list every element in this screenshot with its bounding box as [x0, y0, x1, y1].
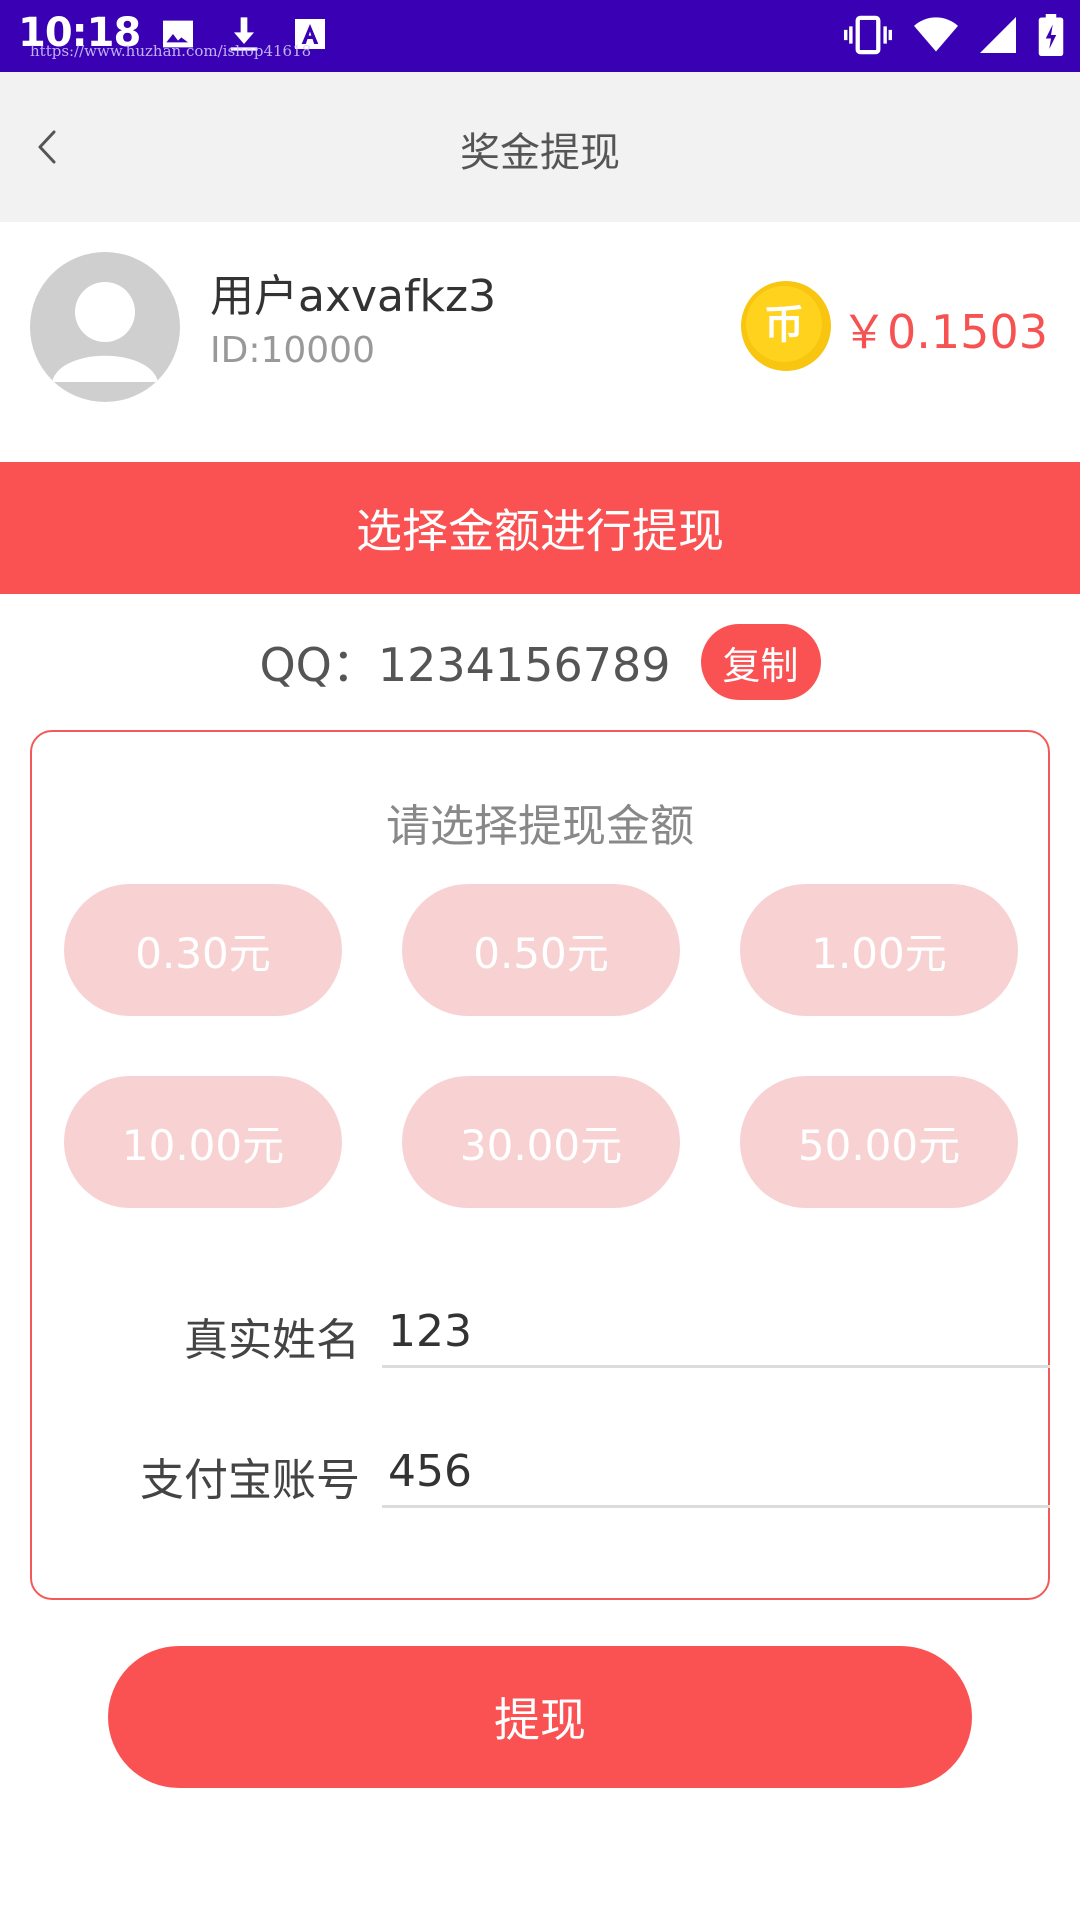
status-icons-right: [844, 14, 1064, 56]
copy-button[interactable]: 复制: [700, 624, 821, 700]
alipay-account-input[interactable]: [382, 1438, 1050, 1508]
alipay-account-label: 支付宝账号: [140, 1455, 360, 1506]
user-info-row: 用户axvafkz3 ID:10000 币 ￥0.1503: [0, 222, 1080, 462]
real-name-input[interactable]: [382, 1298, 1050, 1368]
coin-symbol: 币: [764, 302, 804, 348]
coin-icon: 币: [741, 281, 831, 371]
withdraw-form-card: 请选择提现金额 0.30元 0.50元 1.00元 10.00元 30.00元 …: [30, 730, 1050, 1600]
qq-number: QQ：1234156789: [259, 638, 671, 692]
signal-icon: [980, 17, 1016, 53]
battery-icon: [1038, 14, 1064, 56]
vibrate-icon: [844, 15, 892, 55]
watermark-text: https://www.huzhan.com/ishop41618: [30, 42, 312, 60]
amount-option-10-00[interactable]: 10.00元: [64, 1076, 342, 1208]
balance-amount: ￥0.1503: [841, 305, 1048, 359]
select-amount-banner: 选择金额进行提现: [0, 462, 1080, 594]
amount-option-1-00[interactable]: 1.00元: [740, 884, 1018, 1016]
user-id: ID:10000: [210, 330, 375, 371]
top-nav-bar: 奖金提现: [0, 72, 1080, 222]
user-name: 用户axvafkz3: [210, 271, 497, 322]
amount-option-50-00[interactable]: 50.00元: [740, 1076, 1018, 1208]
amount-option-0-30[interactable]: 0.30元: [64, 884, 342, 1016]
default-user-icon: [52, 282, 158, 382]
avatar[interactable]: [30, 252, 180, 402]
form-title: 请选择提现金额: [386, 801, 694, 852]
amount-option-30-00[interactable]: 30.00元: [402, 1076, 680, 1208]
withdraw-button[interactable]: 提现: [108, 1646, 972, 1788]
qq-row: QQ：1234156789 复制: [0, 622, 1080, 702]
wifi-icon: [914, 17, 958, 52]
amount-option-0-50[interactable]: 0.50元: [402, 884, 680, 1016]
status-bar: 10:18 https://www.huzhan.com/ishop41618: [0, 0, 1080, 72]
page-title: 奖金提现: [460, 130, 620, 176]
real-name-label: 真实姓名: [184, 1315, 360, 1366]
